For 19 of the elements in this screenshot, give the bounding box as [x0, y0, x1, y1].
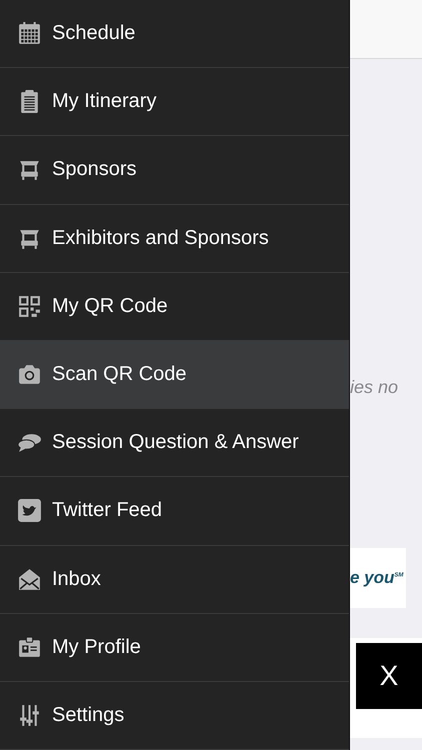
calendar-icon — [17, 21, 42, 46]
banner-text: e you$^{SM}$ — [350, 567, 404, 590]
bird-icon — [17, 498, 42, 524]
id-badge-icon — [17, 634, 42, 660]
menu-item[interactable]: Inbox — [0, 546, 349, 614]
menu-item[interactable]: My Itinerary — [0, 68, 349, 136]
menu-item[interactable]: Twitter Feed — [0, 477, 349, 546]
menu-item[interactable]: Sponsors — [0, 136, 349, 205]
qr-code-icon — [17, 294, 42, 319]
menu-item[interactable]: Session Question & Answer — [0, 409, 349, 478]
menu-item[interactable]: Exhibitors and Sponsors — [0, 204, 349, 273]
close-button[interactable]: X — [356, 643, 422, 709]
menu-item[interactable]: Settings — [0, 682, 349, 750]
menu-item[interactable]: Scan QR Code — [0, 340, 349, 410]
message-text: ies no — [350, 377, 398, 398]
menu-item[interactable]: My Profile — [0, 614, 349, 682]
envelope-icon — [17, 566, 42, 592]
menu-item[interactable]: Schedule — [0, 0, 349, 68]
sliders-icon — [17, 702, 42, 728]
